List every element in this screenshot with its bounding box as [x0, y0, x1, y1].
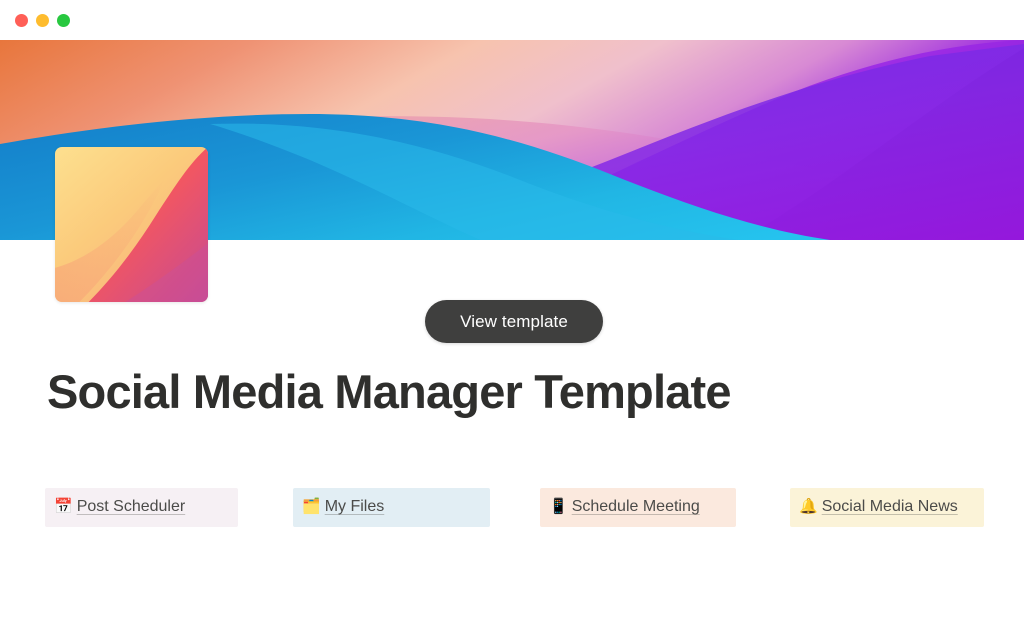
calendar-icon: 📅: [54, 498, 73, 515]
link-chip-my-files[interactable]: 🗂️ My Files: [293, 488, 490, 527]
maximize-button[interactable]: [57, 13, 70, 27]
mobile-phone-icon: 📱: [549, 498, 568, 515]
bell-icon: 🔔: [799, 498, 818, 515]
traffic-lights: [15, 13, 70, 27]
minimize-button[interactable]: [36, 13, 49, 27]
window-titlebar: [0, 0, 1024, 40]
link-chips-row: 📅 Post Scheduler 🗂️ My Files 📱 Schedule Mee…: [45, 488, 985, 558]
link-chip-schedule-meeting[interactable]: 📱 Schedule Meeting: [540, 488, 736, 527]
app-window: View template Social Media Manager Templ…: [0, 0, 1024, 640]
close-button[interactable]: [15, 13, 28, 27]
link-chip-social-media-news[interactable]: 🔔 Social Media News: [790, 488, 984, 527]
page-title: Social Media Manager Template: [47, 365, 732, 418]
link-chip-label: Post Scheduler: [76, 498, 186, 515]
link-chip-label: Social Media News: [821, 498, 958, 515]
link-chip-label: My Files: [324, 498, 385, 515]
view-template-button[interactable]: View template: [425, 300, 603, 343]
card-index-dividers-icon: 🗂️: [302, 498, 321, 515]
page-icon[interactable]: [55, 147, 208, 302]
link-chip-post-scheduler[interactable]: 📅 Post Scheduler: [45, 488, 238, 527]
link-chip-label: Schedule Meeting: [571, 498, 700, 515]
